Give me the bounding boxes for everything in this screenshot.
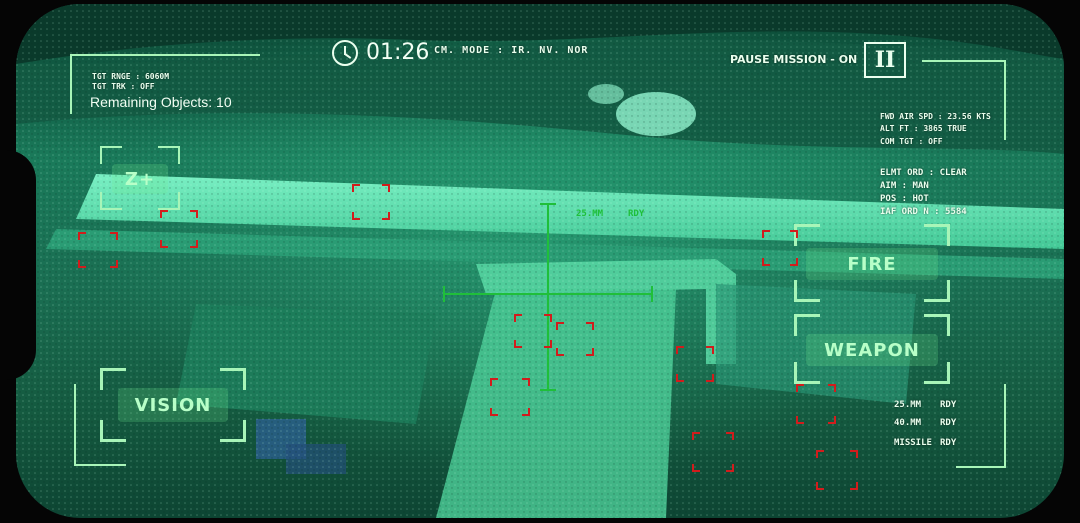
target-marker[interactable] [676, 346, 714, 382]
device-notch [0, 150, 36, 380]
crosshair-reticle [443, 203, 653, 391]
target-marker[interactable] [78, 232, 118, 268]
target-marker[interactable] [762, 230, 798, 266]
crosshair-status-label: RDY [628, 209, 645, 219]
target-marker[interactable] [796, 384, 836, 424]
game-viewport[interactable]: TGT RNGE : 6060M TGT TRK : OFF Remaining… [16, 4, 1064, 518]
target-marker[interactable] [816, 450, 858, 490]
target-marker[interactable] [352, 184, 390, 220]
target-marker[interactable] [556, 322, 594, 356]
target-marker[interactable] [490, 378, 530, 416]
crosshair-weapon-label: 25.MM [576, 209, 604, 219]
target-marker[interactable] [514, 314, 552, 348]
device-frame: TGT RNGE : 6060M TGT TRK : OFF Remaining… [0, 0, 1080, 523]
target-marker[interactable] [160, 210, 198, 248]
target-marker[interactable] [692, 432, 734, 472]
